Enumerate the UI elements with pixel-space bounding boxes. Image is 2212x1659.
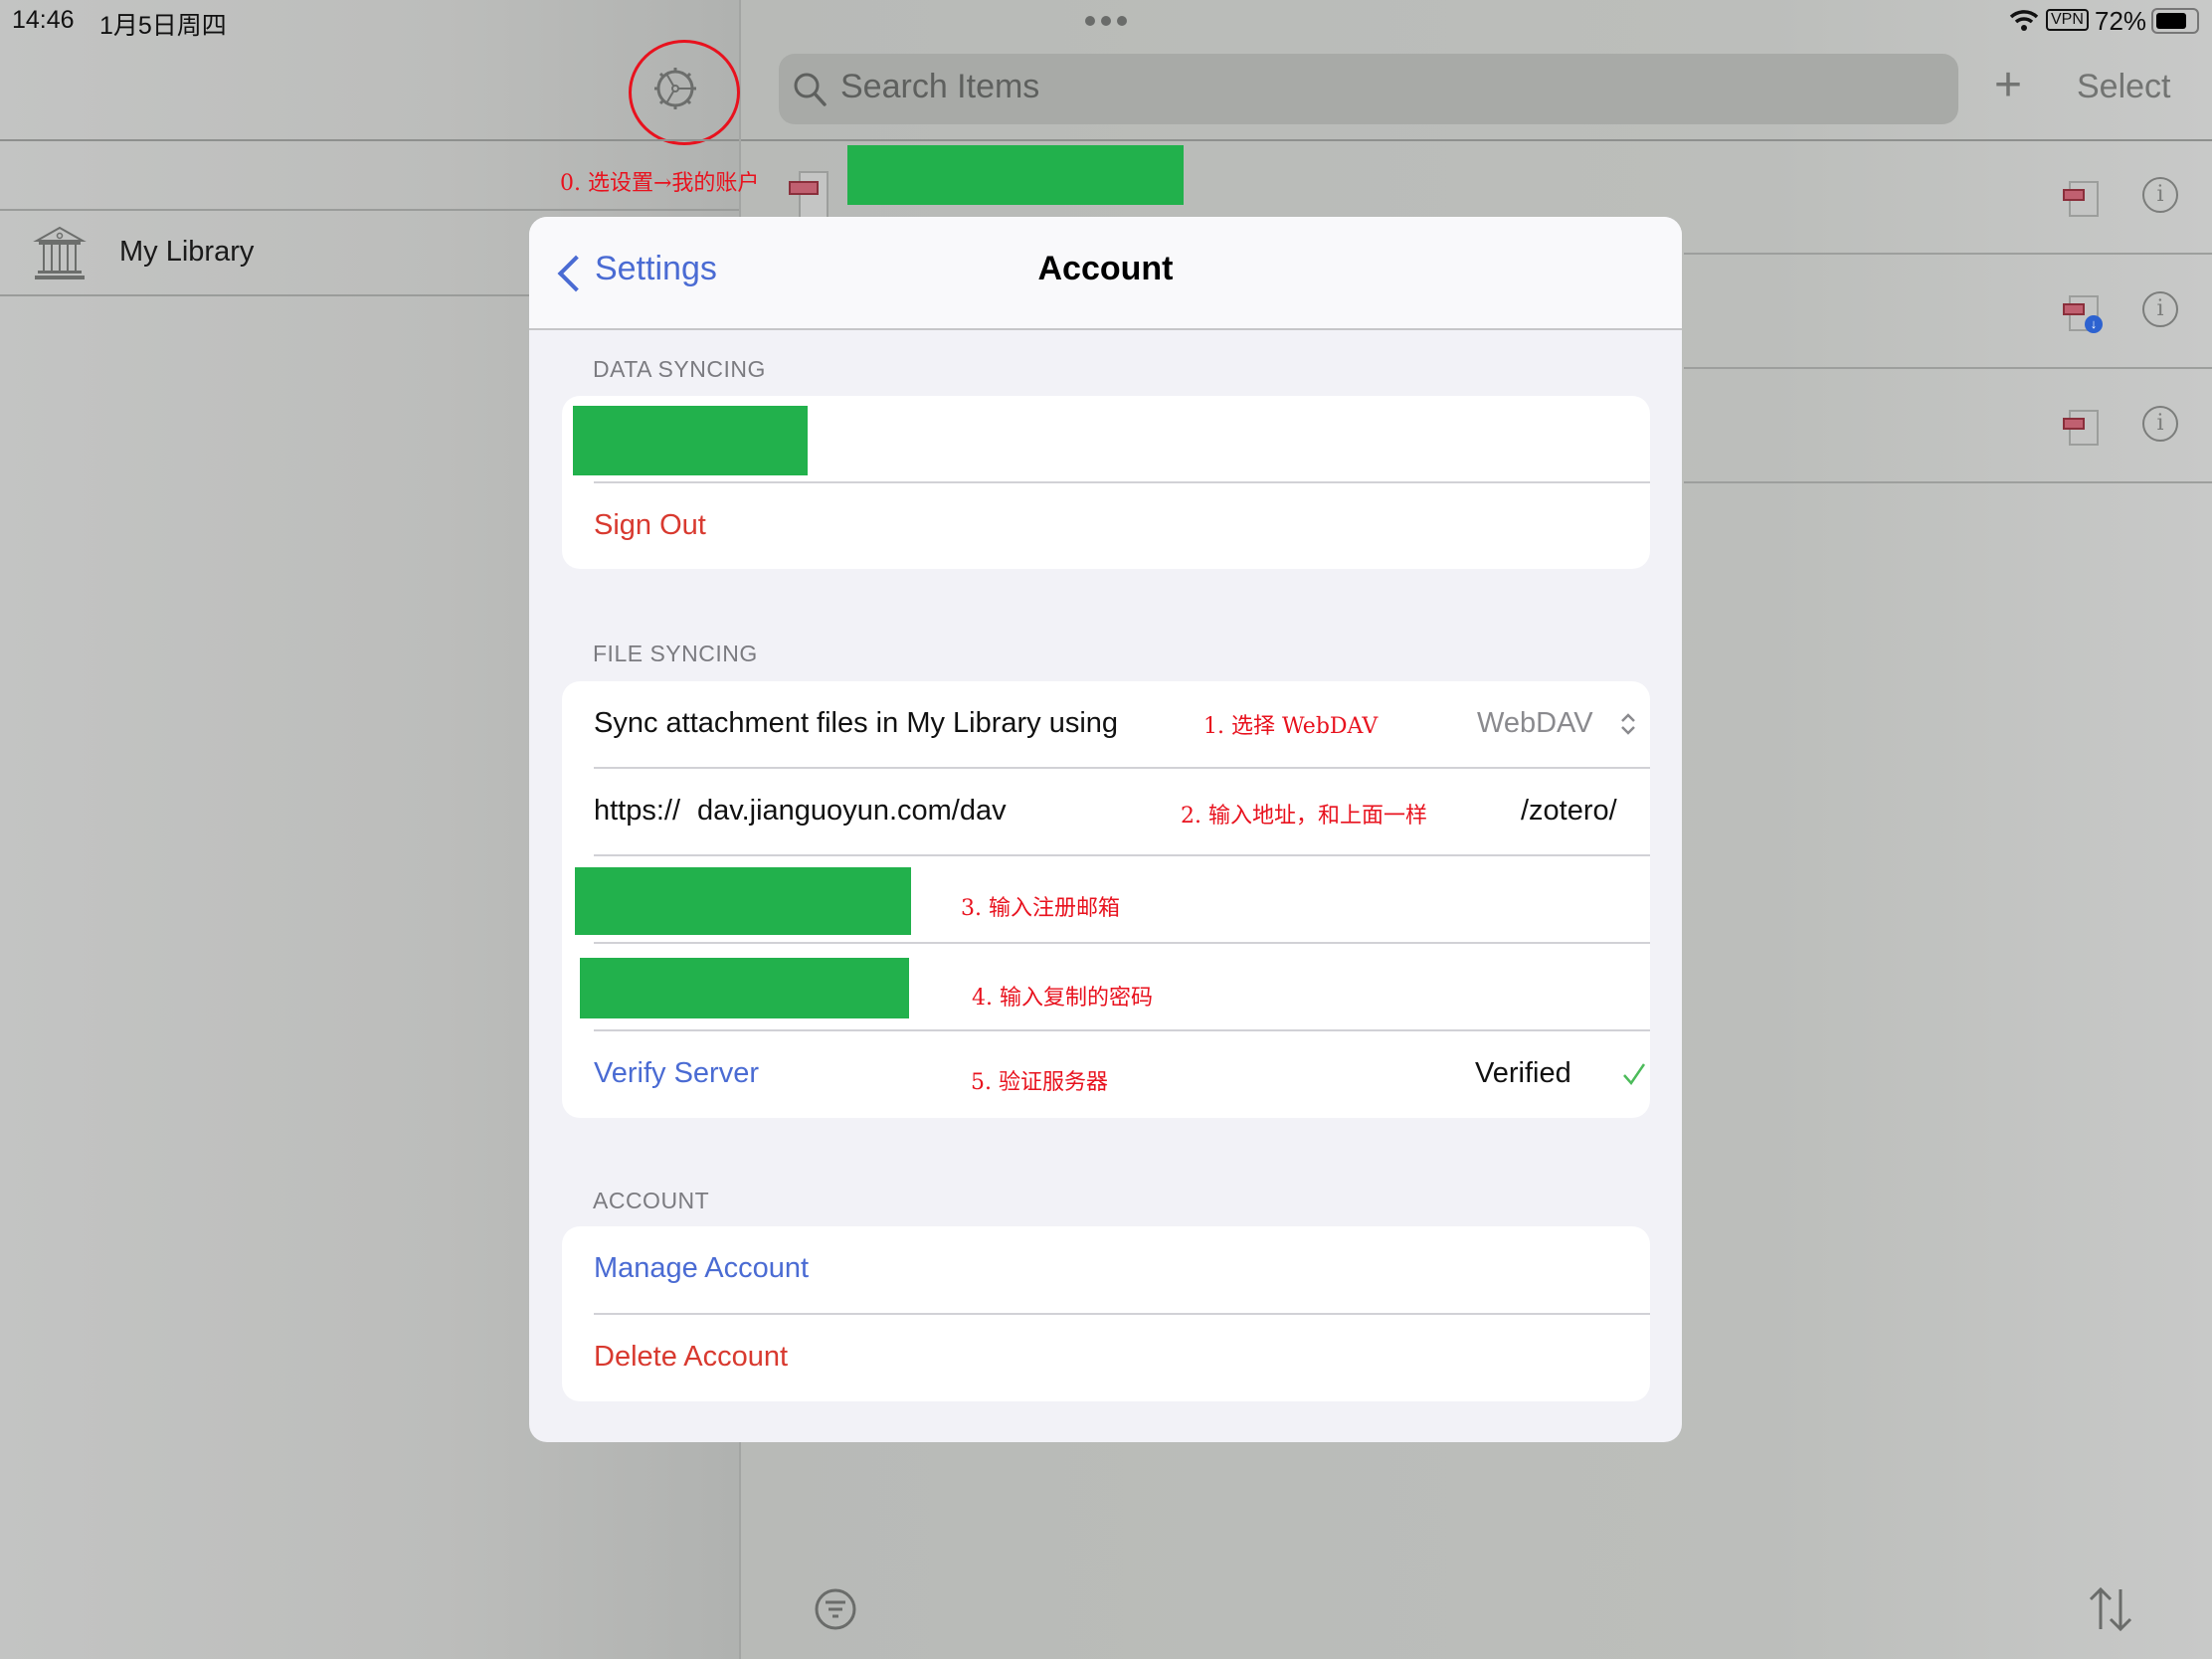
redacted-item-title bbox=[847, 145, 1184, 205]
data-syncing-card: Sign Out bbox=[562, 396, 1650, 569]
redacted-username-input bbox=[575, 867, 911, 935]
search-placeholder: Search Items bbox=[840, 68, 1040, 105]
sidebar-item-label: My Library bbox=[119, 236, 255, 268]
filter-button[interactable] bbox=[814, 1587, 857, 1631]
vpn-badge: VPN bbox=[2046, 9, 2089, 31]
list-item-attachment[interactable]: ↓ bbox=[2059, 293, 2109, 337]
verify-server-label: Verify Server bbox=[594, 1057, 759, 1089]
info-icon[interactable]: i bbox=[2142, 177, 2178, 213]
manage-account-button[interactable]: Manage Account bbox=[562, 1226, 1650, 1313]
status-time: 14:46 bbox=[12, 6, 75, 34]
sidebar-header-divider bbox=[0, 139, 739, 141]
annotation-step0: 0. 选设置→我的账户 bbox=[560, 171, 760, 196]
sort-button[interactable] bbox=[2083, 1585, 2138, 1633]
add-item-button[interactable]: + bbox=[1994, 62, 2022, 109]
url-input-value[interactable]: dav.jianguoyun.com/dav bbox=[697, 795, 1007, 828]
status-date: 1月5日周四 bbox=[99, 12, 227, 40]
annotation-step2: 2. 输入地址，和上面一样 bbox=[1181, 804, 1427, 829]
info-icon[interactable]: i bbox=[2142, 406, 2178, 442]
redacted-password-input bbox=[580, 958, 909, 1018]
account-card: Manage Account Delete Account bbox=[562, 1226, 1650, 1401]
sort-icon bbox=[2089, 1586, 2132, 1632]
sync-method-cell[interactable]: Sync attachment files in My Library usin… bbox=[562, 681, 1650, 767]
toolbar-divider bbox=[741, 139, 2212, 141]
list-item-attachment[interactable] bbox=[2059, 179, 2099, 219]
checkmark-icon bbox=[1621, 1061, 1647, 1087]
wifi-icon bbox=[2009, 8, 2039, 32]
delete-account-button[interactable]: Delete Account bbox=[562, 1315, 1650, 1401]
section-header-data-syncing: DATA SYNCING bbox=[593, 356, 766, 382]
manage-account-label: Manage Account bbox=[594, 1252, 810, 1284]
gear-icon bbox=[654, 68, 696, 109]
filter-icon bbox=[815, 1588, 856, 1630]
list-item-attachment[interactable] bbox=[2059, 408, 2099, 448]
redacted-username bbox=[573, 406, 808, 475]
section-header-account: ACCOUNT bbox=[593, 1188, 710, 1213]
verified-status: Verified bbox=[1475, 1057, 1571, 1089]
url-suffix: /zotero/ bbox=[1521, 795, 1617, 827]
select-button[interactable]: Select bbox=[2077, 68, 2171, 106]
pdf-icon bbox=[2063, 410, 2099, 446]
sign-out-label: Sign Out bbox=[594, 509, 706, 541]
sync-method-label: Sync attachment files in My Library usin… bbox=[594, 707, 1119, 739]
battery-percent: 72% bbox=[2095, 6, 2147, 36]
battery-icon bbox=[2151, 8, 2199, 34]
account-settings-modal: Settings Account DATA SYNCING Sign Out F… bbox=[529, 217, 1682, 1442]
multitasking-dots-icon[interactable] bbox=[1084, 14, 1128, 26]
pdf-icon bbox=[2063, 181, 2099, 217]
section-header-file-syncing: FILE SYNCING bbox=[593, 641, 758, 666]
library-icon bbox=[33, 225, 87, 280]
list-row-divider bbox=[1684, 481, 2212, 483]
settings-gear-button[interactable] bbox=[651, 65, 699, 112]
modal-title: Account bbox=[1037, 250, 1174, 287]
download-badge-icon: ↓ bbox=[2085, 315, 2103, 333]
list-item-attachment-icon[interactable] bbox=[789, 167, 832, 219]
modal-nav-bar: Settings Account bbox=[529, 217, 1682, 330]
list-row-divider bbox=[1684, 253, 2212, 255]
sync-method-value[interactable]: WebDAV bbox=[1477, 707, 1593, 740]
webdav-url-field[interactable]: https:// dav.jianguoyun.com/dav /zotero/ bbox=[562, 769, 1650, 854]
url-scheme: https:// bbox=[594, 795, 681, 827]
account-username-cell bbox=[562, 396, 1650, 481]
chevron-updown-icon bbox=[1619, 711, 1637, 737]
delete-account-label: Delete Account bbox=[594, 1341, 789, 1373]
annotation-step5: 5. 验证服务器 bbox=[971, 1070, 1108, 1095]
annotation-step1: 1. 选择 WebDAV bbox=[1203, 714, 1379, 739]
info-icon[interactable]: i bbox=[2142, 291, 2178, 327]
annotation-step4: 4. 输入复制的密码 bbox=[972, 986, 1153, 1011]
list-row-divider bbox=[1684, 367, 2212, 369]
pdf-icon bbox=[789, 171, 829, 219]
search-icon bbox=[793, 72, 827, 107]
sign-out-button[interactable]: Sign Out bbox=[562, 483, 1650, 569]
annotation-step3: 3. 输入注册邮箱 bbox=[961, 896, 1120, 921]
